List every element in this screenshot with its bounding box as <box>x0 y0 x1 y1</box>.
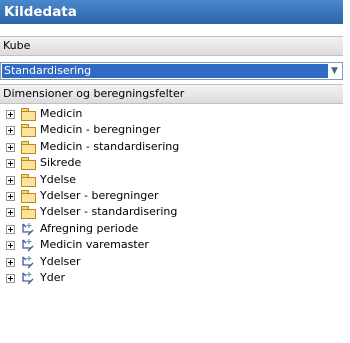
folder-icon <box>20 173 36 187</box>
chevron-down-icon[interactable]: ▼ <box>328 64 341 78</box>
folder-icon <box>20 123 36 138</box>
dimensions-section-header: Dimensioner og beregningsfelter <box>0 84 343 104</box>
folder-icon <box>20 107 36 121</box>
tree-node[interactable]: Medicin <box>0 106 343 122</box>
dimension-icon <box>22 222 34 236</box>
expand-plus-icon[interactable] <box>6 274 15 283</box>
tree-node-label: Ydelser - beregninger <box>40 189 159 202</box>
source-data-panel: Kildedata Kube Standardisering ▼ Dimensi… <box>0 0 343 343</box>
folder-icon <box>20 156 36 171</box>
tree-node-label: Medicin <box>40 107 83 120</box>
folder-icon <box>20 140 36 154</box>
dimension-icon <box>22 239 34 252</box>
tree-node[interactable]: Medicin - beregninger <box>0 122 343 138</box>
cube-dropdown[interactable]: Standardisering ▼ <box>0 62 343 80</box>
tree-node[interactable]: Ydelser - beregninger <box>0 188 343 204</box>
tree-node-label: Sikrede <box>40 156 82 170</box>
tree-node[interactable]: Ydelse <box>0 172 343 188</box>
dimension-icon <box>22 272 34 285</box>
expand-plus-icon[interactable] <box>6 208 15 218</box>
tree-node[interactable]: Sikrede <box>0 155 343 171</box>
expand-plus-icon[interactable] <box>6 224 15 234</box>
expand-plus-icon[interactable] <box>6 142 15 152</box>
tree-node-label: Medicin - beregninger <box>40 123 161 137</box>
expand-plus-icon[interactable] <box>6 192 15 201</box>
tree-node[interactable]: Yder <box>0 270 343 286</box>
folder-icon <box>20 205 36 220</box>
expand-plus-icon[interactable] <box>6 175 15 185</box>
expand-plus-icon[interactable] <box>6 126 15 136</box>
tree-node-label: Ydelser - standardisering <box>40 205 178 219</box>
tree-node[interactable]: Medicin varemaster <box>0 237 343 253</box>
tree-node-label: Afregning periode <box>40 221 139 235</box>
dimension-icon <box>22 255 34 269</box>
tree-node[interactable]: Ydelser <box>0 254 343 270</box>
tree-node[interactable]: Medicin - standardisering <box>0 139 343 155</box>
expand-plus-icon[interactable] <box>6 241 15 251</box>
tree-node-label: Ydelser <box>40 254 81 268</box>
folder-icon <box>20 189 36 203</box>
tree-node-label: Yder <box>40 271 65 284</box>
tree-node[interactable]: Ydelser - standardisering <box>0 204 343 220</box>
tree-node-label: Medicin - standardisering <box>40 139 180 153</box>
cube-section-header: Kube <box>0 36 343 56</box>
panel-title: Kildedata <box>0 0 343 24</box>
expand-plus-icon[interactable] <box>6 257 15 267</box>
cube-dropdown-value: Standardisering <box>2 64 328 78</box>
tree-node-label: Medicin varemaster <box>40 238 149 252</box>
expand-plus-icon[interactable] <box>6 110 15 119</box>
tree-node[interactable]: Afregning periode <box>0 221 343 237</box>
tree-node-label: Ydelse <box>40 172 77 186</box>
expand-plus-icon[interactable] <box>6 159 15 169</box>
